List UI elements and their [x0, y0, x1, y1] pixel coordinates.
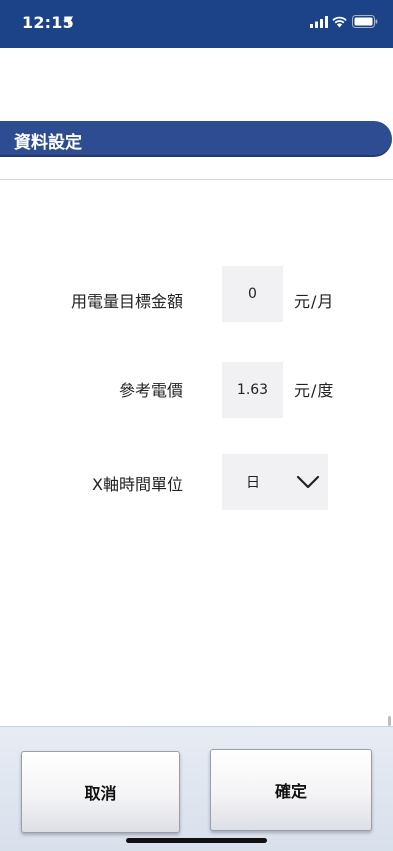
location-arrow-icon: [63, 16, 73, 26]
cancel-button[interactable]: 取消: [21, 751, 180, 833]
reference-price-label: 參考電價: [118, 381, 183, 400]
confirm-button[interactable]: 確定: [210, 749, 372, 831]
target-amount-unit: 元/月: [294, 292, 335, 311]
reference-price-unit: 元/度: [294, 381, 335, 400]
scroll-indicator[interactable]: [388, 716, 391, 726]
wifi-icon: [332, 16, 347, 28]
battery-icon: [352, 15, 378, 28]
x-axis-unit-label: X軸時間單位: [92, 475, 183, 494]
target-amount-label: 用電量目標金額: [70, 292, 183, 311]
x-axis-unit-select[interactable]: 日: [222, 454, 328, 510]
reference-price-input[interactable]: 1.63: [222, 362, 283, 418]
chevron-down-icon: [296, 475, 320, 489]
section-header: 資料設定: [0, 121, 392, 157]
x-axis-unit-value: 日: [246, 475, 260, 491]
home-indicator[interactable]: [126, 838, 267, 843]
reference-price-value: 1.63: [236, 382, 269, 398]
target-amount-input[interactable]: 0: [222, 266, 283, 322]
target-amount-value: 0: [248, 286, 257, 302]
footer-bar: 取消 確定: [0, 726, 393, 851]
section-title: 資料設定: [14, 133, 82, 153]
cellular-signal-icon: [310, 16, 328, 28]
status-bar: 12:15: [0, 0, 393, 48]
header-card: [0, 56, 393, 180]
